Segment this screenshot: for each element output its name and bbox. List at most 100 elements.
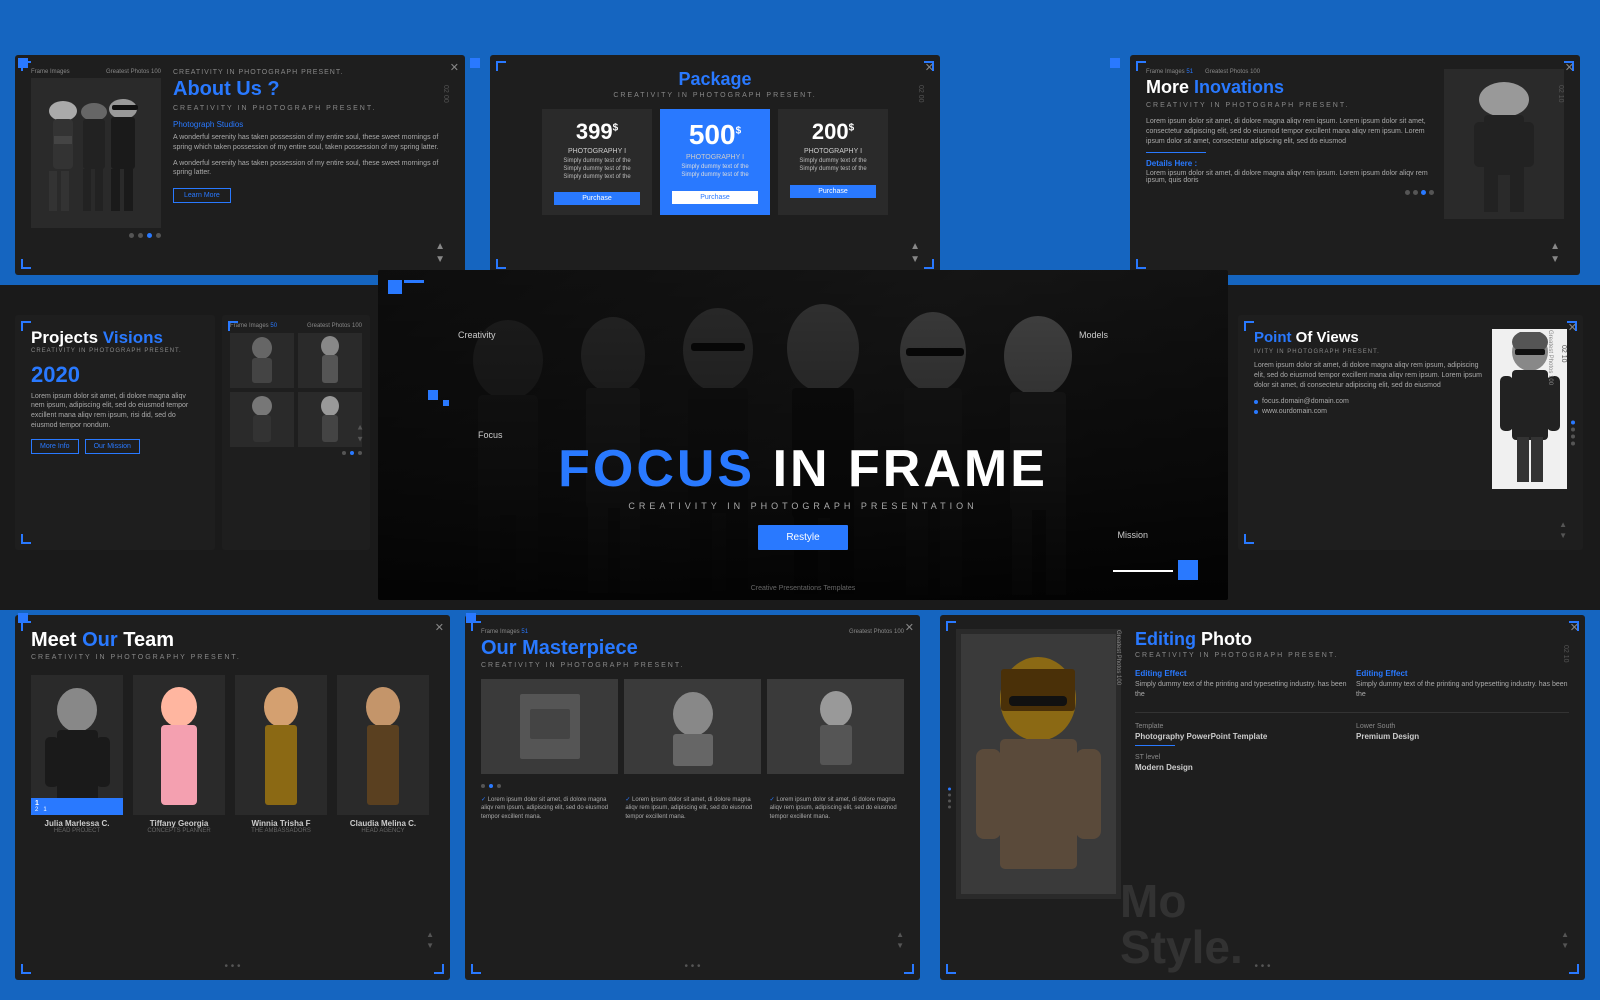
nav-up-icon[interactable]: ▲ [1550, 241, 1560, 252]
grid-label2: Greatest Photos 100 [307, 323, 362, 329]
master-label1: Frame Images 51 [481, 629, 528, 635]
website-text: www.ourdomain.com [1262, 408, 1327, 415]
deco-sq-top-pkg [470, 58, 480, 68]
nav-down-icon[interactable]: ▼ [426, 941, 434, 950]
grid-cell-1 [230, 333, 294, 388]
effect-1: Editing Effect Simply dummy text of the … [1135, 669, 1348, 700]
close-icon[interactable]: ✕ [905, 621, 914, 634]
ellipsis-btn[interactable]: • • • [1254, 961, 1270, 972]
slide-package: ✕ 02 00 Package CREATIVITY IN PHOTOGRAPH… [490, 55, 940, 275]
deco-sq-top-left [18, 58, 28, 68]
editing-person-svg [961, 634, 1116, 894]
deco-sq-br [1178, 560, 1198, 580]
desc-1: Simply dummy test of the Simply dummy te… [554, 158, 640, 181]
innovations-text: Frame Images 51 Greatest Photos 100 More… [1146, 69, 1434, 219]
ellipsis-btn[interactable]: • • • [684, 961, 700, 972]
nav-up-icon[interactable]: ▲ [435, 241, 445, 252]
nav-up-icon[interactable]: ▲ [1561, 930, 1569, 939]
corner-sq-tl [388, 280, 402, 294]
nav-arrows: ▲ ▼ [435, 241, 445, 265]
style-info: Lower South Premium Design [1356, 723, 1569, 746]
close-icon[interactable]: ✕ [1568, 321, 1577, 334]
nav-down-icon[interactable]: ▼ [1559, 531, 1567, 540]
hero-content: FOCUS IN FRAME CREATIVITY IN PHOTOGRAPH … [378, 443, 1228, 550]
more-info-button[interactable]: More Info [31, 439, 79, 454]
master-svg-3 [796, 684, 876, 769]
slide-team: ✕ Meet Our Team CREATIVITY IN PHOTOGRAPH… [15, 615, 450, 980]
nav-up-icon[interactable]: ▲ [426, 930, 434, 939]
plan-3: PHOTOGRAPHY I [790, 148, 876, 155]
member-4-role: HEAD AGENCY [337, 828, 429, 834]
label-focus: Focus [478, 430, 503, 440]
hero-white-text: IN FRAME [773, 440, 1048, 498]
purchase-btn-1[interactable]: Purchase [554, 192, 640, 205]
deco-sq-bottom-center [466, 613, 476, 623]
person-svg-4 [310, 395, 350, 445]
master-svg-2 [653, 684, 733, 769]
about-subtitle: CREATIVITY IN PHOTOGRAPH PRESENT. [173, 105, 449, 112]
studios-link[interactable]: Photograph Studios [173, 120, 449, 129]
nav-down-icon[interactable]: ▼ [356, 434, 364, 443]
about-title: About Us ? [173, 78, 449, 101]
close-icon[interactable]: ✕ [1565, 61, 1574, 74]
nav-down-icon[interactable]: ▼ [1561, 941, 1569, 950]
nav-down-icon[interactable]: ▼ [910, 254, 920, 265]
member-1-name: Julia Marlessa C. [31, 819, 123, 828]
ellipsis-btn[interactable]: • • • [224, 961, 240, 972]
innovations-title: More Inovations [1146, 77, 1434, 98]
team-title: Meet Our Team [31, 629, 434, 652]
bullet-2: ✓ Lorem ipsum dolor sit amet, di dolore … [625, 796, 759, 821]
hero-tagline: CREATIVITY IN PHOTOGRAPH PRESENTATION [378, 501, 1228, 511]
nav-down-icon[interactable]: ▼ [896, 941, 904, 950]
desc-2: Simply dummy text of the Simply dummy te… [672, 164, 758, 180]
member-2-svg [137, 685, 222, 815]
fashion-group-svg [39, 81, 154, 226]
nav-up-icon[interactable]: ▲ [910, 241, 920, 252]
close-icon[interactable]: ✕ [450, 61, 459, 74]
style-val: Premium Design [1356, 732, 1569, 741]
our-mission-button[interactable]: Our Mission [85, 439, 140, 454]
learn-more-button[interactable]: Learn More [173, 188, 231, 203]
nav-down-icon[interactable]: ▼ [435, 254, 445, 265]
price-1: 399$ [554, 119, 640, 145]
style-label: Lower South [1356, 723, 1569, 730]
package-title: Package [506, 69, 924, 90]
photo-column: Frame Images Greatest Photos 100 [31, 69, 161, 238]
nav-up-icon[interactable]: ▲ [896, 930, 904, 939]
about-photo [31, 78, 161, 228]
purchase-btn-3[interactable]: Purchase [790, 185, 876, 198]
nav-up-icon[interactable]: ▲ [1559, 520, 1567, 529]
member-4-photo [337, 675, 429, 815]
close-icon[interactable]: ✕ [925, 61, 934, 74]
member-4-name: Claudia Melina C. [337, 819, 429, 828]
pov-text: Point Of Views IVITY IN PHOTOGRAPH PRESE… [1254, 329, 1482, 489]
deco-sq-1 [428, 390, 438, 400]
team-subtitle: CREATIVITY IN PHOTOGRAPHY PRESENT. [31, 654, 434, 661]
slide-projects: Projects Visions CREATIVITY IN PHOTOGRAP… [15, 315, 215, 550]
fashion-person-svg [1449, 72, 1559, 217]
nav-up-icon[interactable]: ▲ [356, 422, 364, 431]
member-2-role: CONCEPTS PLANNER [133, 828, 225, 834]
purchase-btn-2[interactable]: Purchase [672, 191, 758, 204]
member-3-role: THE AMBASSADORS [235, 828, 327, 834]
hero-restyle-button[interactable]: Restyle [758, 525, 847, 550]
editing-photo-col: Greatest Photos 100 [956, 629, 1121, 966]
grid-cell-2 [298, 333, 362, 388]
photos-label: Greatest Photos 100 [1547, 330, 1553, 385]
member-3-svg [239, 685, 324, 815]
person-svg-1 [242, 336, 282, 386]
nav-arrows: ▲ ▼ [910, 241, 920, 265]
photo-label: Greatest Photos 100 [1115, 630, 1121, 685]
master-cell-1 [481, 679, 618, 774]
hero-bg [378, 270, 1228, 600]
slide-editing: ✕ 02 10 Greatest Photos 100 [940, 615, 1585, 980]
package-subtitle: CREATIVITY IN PHOTOGRAPH PRESENT. [506, 92, 924, 99]
email-row: focus.domain@domain.com [1254, 398, 1482, 405]
hero-title: FOCUS IN FRAME [378, 443, 1228, 495]
masterpiece-title: Our Masterpiece [481, 637, 904, 660]
nav-down-icon[interactable]: ▼ [1550, 254, 1560, 265]
pricing-grid: 399$ PHOTOGRAPHY I Simply dummy test of … [506, 109, 924, 215]
close-icon[interactable]: ✕ [1570, 621, 1579, 634]
hero-footer: Creative Presentations Templates [378, 585, 1228, 592]
close-icon[interactable]: ✕ [435, 621, 444, 634]
